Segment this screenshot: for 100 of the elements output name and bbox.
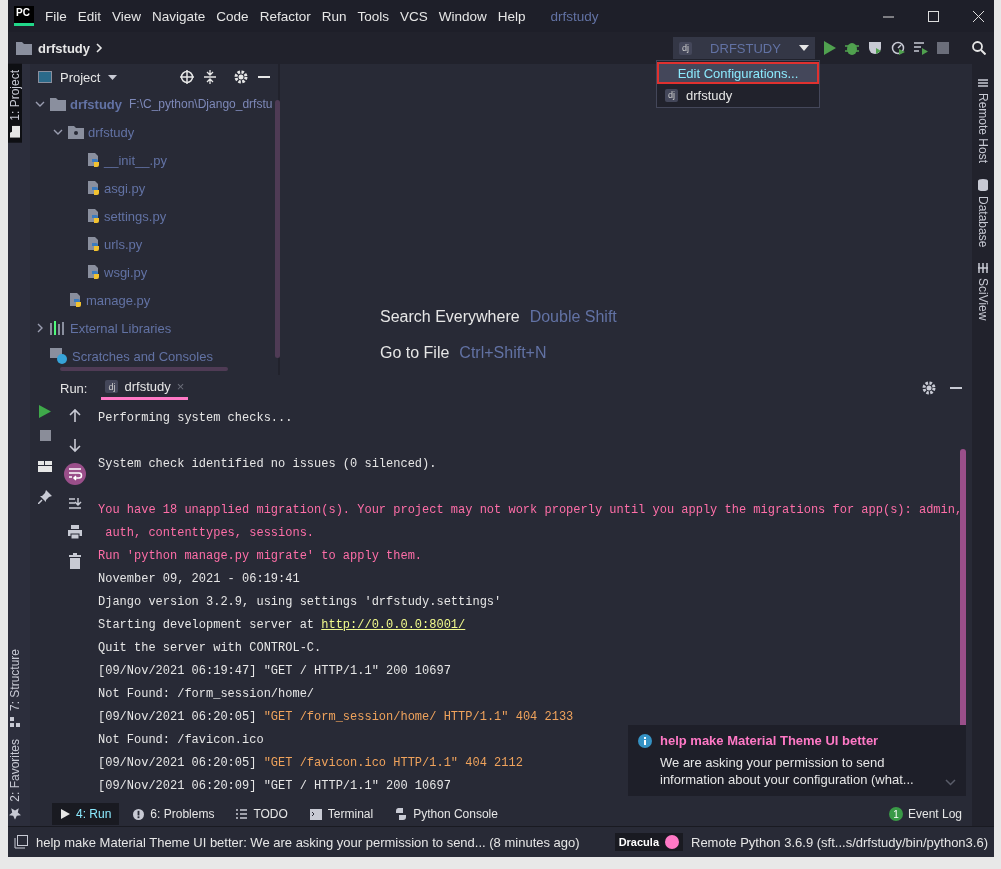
console-line: Quit the server with CONTROL-C. bbox=[98, 640, 322, 657]
python-file-icon bbox=[86, 152, 100, 168]
caret-icon[interactable] bbox=[108, 74, 118, 80]
panel-label: Run: bbox=[60, 380, 88, 396]
menu-item[interactable]: Navigate bbox=[152, 8, 206, 24]
menu-item[interactable]: Tools bbox=[357, 8, 389, 24]
library-icon bbox=[50, 321, 66, 335]
settings-icon[interactable] bbox=[234, 70, 248, 84]
run-tab[interactable]: dj drfstudy × bbox=[101, 376, 189, 400]
star-icon bbox=[9, 808, 21, 820]
console-line: Not Found: /favicon.ico bbox=[98, 732, 264, 749]
tool-window-tab[interactable]: Remote Host bbox=[976, 78, 990, 164]
notification-title: help make Material Theme UI better bbox=[660, 733, 879, 748]
close-icon[interactable] bbox=[973, 10, 984, 22]
shortcut-hint: Double Shift bbox=[529, 308, 617, 326]
console-line: System check identified no issues (0 silenced). bbox=[98, 456, 437, 473]
tool-window-tab[interactable]: 4: Run bbox=[52, 803, 120, 825]
info-icon bbox=[638, 733, 652, 748]
console-line: Run 'python manage.py migrate' to apply them. bbox=[98, 548, 423, 565]
notification-text: We are asking your permission to send information about your configuration (what... bbox=[660, 754, 915, 788]
link[interactable]: http://0.0.0.0:8001/ bbox=[321, 618, 466, 632]
wrap-icon[interactable] bbox=[64, 463, 86, 485]
search-icon[interactable] bbox=[972, 41, 986, 55]
menu-item[interactable]: Run bbox=[321, 8, 347, 24]
console-line: November 09, 2021 - 06:19:41 bbox=[98, 571, 300, 588]
menu-item[interactable]: VCS bbox=[399, 8, 428, 24]
shortcut-hint: Ctrl+Shift+N bbox=[459, 344, 547, 362]
crosshair-icon[interactable] bbox=[180, 70, 194, 84]
gauge-icon[interactable] bbox=[891, 41, 905, 55]
python-file-icon bbox=[86, 180, 100, 196]
tool-window-tab[interactable]: Database bbox=[976, 179, 990, 248]
console-line: Django version 3.2.9, using settings 'drfstudy.settings' bbox=[98, 594, 502, 611]
console-line: You have 18 unapplied migration(s). Your project may not work properly until you apply the migrations for app(s): admin, bbox=[98, 502, 963, 519]
menu-item[interactable]: View bbox=[112, 8, 142, 24]
breadcrumb[interactable]: drfstudy bbox=[38, 40, 90, 56]
tool-window-tab[interactable]: 6: Problems bbox=[125, 803, 223, 825]
chevron-icon[interactable] bbox=[34, 99, 46, 109]
collapse-icon[interactable] bbox=[204, 70, 216, 84]
database-icon bbox=[978, 179, 988, 192]
console-line: Starting development server at http://0.0.0.0:8001/ bbox=[98, 617, 466, 634]
menu-item[interactable]: Edit Configurations... bbox=[657, 62, 819, 84]
python-file-icon bbox=[86, 236, 100, 252]
tool-window-tab[interactable]: 7: Structure bbox=[8, 643, 22, 734]
warning-icon bbox=[133, 808, 145, 820]
menu-item[interactable]: Edit bbox=[77, 8, 102, 24]
console-line: Not Found: /form_session/home/ bbox=[98, 686, 315, 703]
shield-icon[interactable] bbox=[868, 41, 882, 55]
structure-icon bbox=[10, 717, 20, 728]
bug-icon[interactable] bbox=[845, 41, 859, 55]
server-icon bbox=[978, 78, 988, 88]
menu-item[interactable]: Window bbox=[438, 8, 487, 24]
menu-item[interactable]: Refactor bbox=[259, 8, 311, 24]
panel-title[interactable]: Project bbox=[60, 69, 101, 85]
stop-icon[interactable] bbox=[39, 430, 51, 441]
chevron-icon[interactable] bbox=[945, 779, 956, 786]
notification-icon[interactable] bbox=[14, 835, 28, 849]
caret-icon[interactable] bbox=[799, 45, 809, 51]
python-file-icon bbox=[86, 264, 100, 280]
scratches-icon bbox=[50, 348, 68, 364]
hint-action: Search Everywhere bbox=[380, 308, 520, 326]
console-line: auth, contenttypes, sessions. bbox=[104, 525, 315, 542]
run-list-icon[interactable] bbox=[914, 41, 928, 55]
hint-action: Go to File bbox=[380, 344, 450, 362]
tool-window-tab[interactable]: 2: Favorites bbox=[8, 733, 22, 826]
console-line: [09/Nov/2021 06:20:05] "GET /favicon.ico HTTP/1.1" 404 2112 bbox=[98, 755, 523, 772]
pin-icon[interactable] bbox=[38, 490, 52, 504]
console-line: [09/Nov/2021 06:20:05] "GET /form_session/home/ HTTP/1.1" 404 2133 bbox=[98, 709, 574, 726]
menu-item[interactable]: Help bbox=[497, 8, 526, 24]
run-icon[interactable] bbox=[39, 405, 51, 418]
settings-icon[interactable] bbox=[922, 381, 936, 395]
chevron-icon bbox=[96, 43, 103, 53]
console-line: Performing system checks... bbox=[98, 410, 293, 427]
layout-icon[interactable] bbox=[38, 461, 52, 472]
menu-item[interactable]: File bbox=[45, 8, 67, 24]
count-badge: 1 bbox=[888, 807, 903, 821]
menu-item[interactable]: Code bbox=[216, 8, 249, 24]
play-icon bbox=[60, 809, 70, 819]
grid-icon bbox=[978, 263, 988, 274]
interpreter-label[interactable]: Remote Python 3.6.9 (sft...s/drfstudy/bin/python3.6) bbox=[691, 834, 988, 850]
chevron-icon[interactable] bbox=[52, 127, 64, 137]
status-message[interactable]: help make Material Theme UI better: We are asking your permission to send... (8 minutes ago) bbox=[36, 834, 580, 850]
console-line: [09/Nov/2021 06:20:09] "GET / HTTP/1.1" 200 10697 bbox=[98, 778, 451, 795]
event-log-link[interactable]: Event Log bbox=[907, 807, 962, 821]
project-path: F:\C_python\Django_drfstu bbox=[129, 97, 273, 111]
tool-window-tab[interactable]: SciView bbox=[976, 263, 990, 321]
tool-window-tab[interactable]: TODO bbox=[228, 803, 296, 825]
window-icon bbox=[38, 71, 52, 83]
terminal-icon bbox=[309, 808, 322, 820]
menu-item[interactable]: dj drfstudy bbox=[657, 84, 819, 106]
theme-badge[interactable]: Dracula bbox=[614, 833, 683, 851]
tool-window-tab[interactable]: Terminal bbox=[301, 803, 382, 825]
run-icon[interactable] bbox=[824, 41, 836, 55]
python-icon bbox=[395, 808, 408, 820]
tool-window-tab[interactable]: Python Console bbox=[387, 803, 506, 825]
maximize-icon[interactable] bbox=[928, 10, 939, 22]
console-line: [09/Nov/2021 06:19:47] "GET / HTTP/1.1" 200 10697 bbox=[98, 663, 451, 680]
scrollbar[interactable] bbox=[275, 100, 280, 358]
tool-window-tab[interactable]: 1: Project bbox=[8, 64, 22, 143]
scrollbar[interactable] bbox=[60, 367, 228, 371]
run-configuration-dropdown[interactable]: dj DRFSTUDY bbox=[673, 37, 815, 59]
